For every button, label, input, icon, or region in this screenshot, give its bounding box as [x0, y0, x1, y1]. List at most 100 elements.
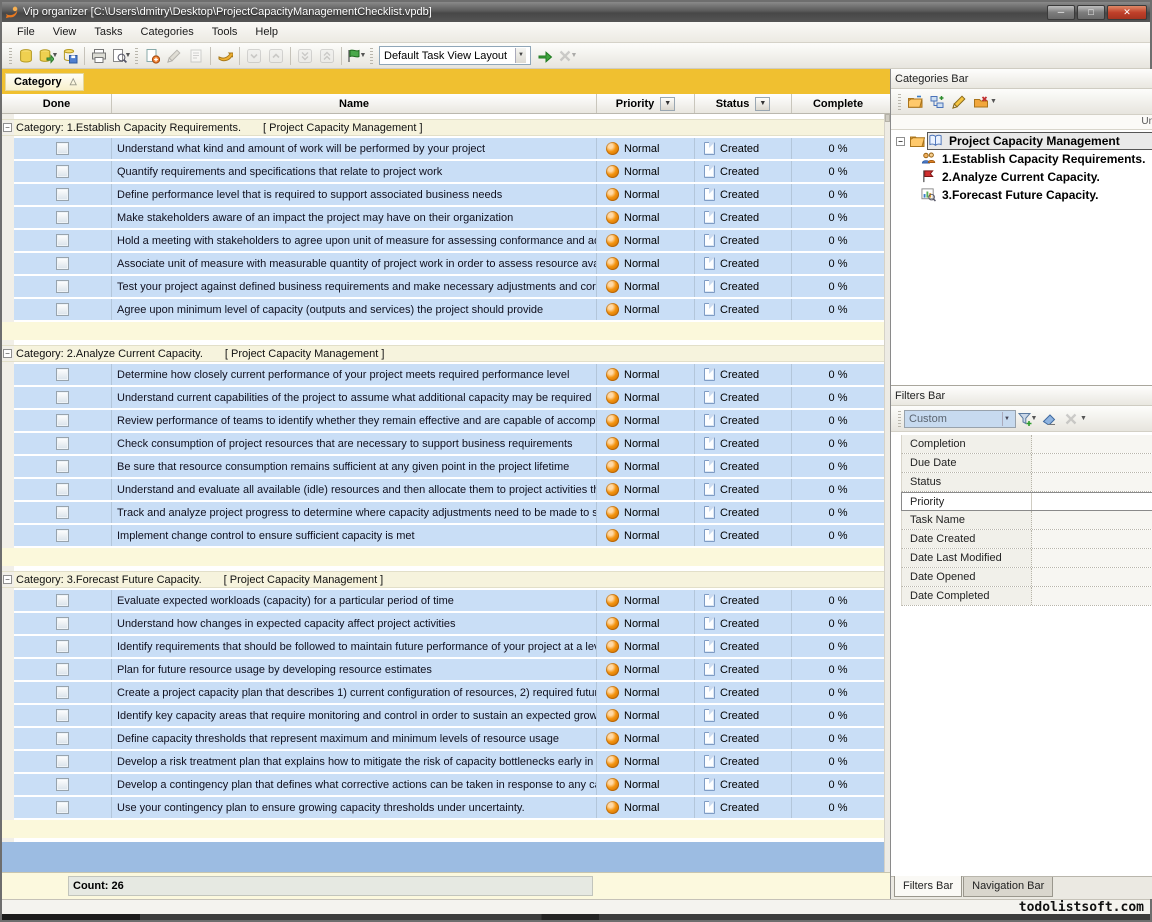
filter-value[interactable]: [1032, 435, 1152, 453]
task-checkbox[interactable]: [56, 165, 69, 178]
vertical-scrollbar[interactable]: [884, 114, 890, 872]
task-checkbox[interactable]: [56, 801, 69, 814]
maximize-button[interactable]: □: [1077, 5, 1105, 20]
task-row[interactable]: Understand what kind and amount of work …: [14, 138, 884, 159]
menu-categories[interactable]: Categories: [132, 24, 203, 40]
task-row[interactable]: Check consumption of project resources t…: [14, 433, 884, 454]
tree-category-row[interactable]: 1.Establish Capacity Requirements.88: [891, 150, 1152, 168]
combo-dropdown-icon[interactable]: ▼: [515, 48, 526, 63]
task-row[interactable]: Associate unit of measure with measurabl…: [14, 253, 884, 274]
column-header-name[interactable]: Name: [112, 94, 597, 113]
delete-task-button[interactable]: [185, 45, 207, 66]
task-checkbox[interactable]: [56, 778, 69, 791]
task-checkbox[interactable]: [56, 234, 69, 247]
new-database-button[interactable]: [15, 45, 37, 66]
filter-value[interactable]: [1032, 587, 1152, 605]
menu-tools[interactable]: Tools: [203, 24, 247, 40]
task-checkbox[interactable]: [56, 368, 69, 381]
task-checkbox[interactable]: [56, 709, 69, 722]
open-database-button[interactable]: ▼: [37, 45, 59, 66]
task-checkbox[interactable]: [56, 483, 69, 496]
task-checkbox[interactable]: [56, 142, 69, 155]
filter-row-priority[interactable]: Priority▼: [901, 492, 1152, 511]
tab-navigation-bar[interactable]: Navigation Bar: [963, 877, 1053, 897]
task-row[interactable]: Understand how changes in expected capac…: [14, 613, 884, 634]
collapse-expander-icon[interactable]: −: [3, 575, 12, 584]
task-row[interactable]: Define performance level that is require…: [14, 184, 884, 205]
filter-value[interactable]: [1032, 530, 1152, 548]
task-checkbox[interactable]: [56, 280, 69, 293]
task-row[interactable]: Develop a risk treatment plan that expla…: [14, 751, 884, 772]
task-row[interactable]: Develop a contingency plan that defines …: [14, 774, 884, 795]
task-row[interactable]: Use your contingency plan to ensure grow…: [14, 797, 884, 818]
new-subcategory-button[interactable]: [926, 91, 948, 112]
task-row[interactable]: Review performance of teams to identify …: [14, 410, 884, 431]
task-row[interactable]: Make stakeholders aware of an impact the…: [14, 207, 884, 228]
status-filter-dropdown[interactable]: ▼: [755, 97, 770, 111]
apply-filter-button[interactable]: ▼: [1016, 408, 1038, 429]
combo-dropdown-icon[interactable]: ▼: [1002, 412, 1011, 426]
task-checkbox[interactable]: [56, 188, 69, 201]
tree-root-row[interactable]: −Project Capacity Management2626: [891, 132, 1152, 150]
task-checkbox[interactable]: [56, 211, 69, 224]
task-row[interactable]: Agree upon minimum level of capacity (ou…: [14, 299, 884, 320]
close-button[interactable]: ✕: [1107, 5, 1147, 20]
complete-task-button[interactable]: [214, 45, 236, 66]
filter-value[interactable]: [1032, 493, 1152, 510]
tree-category-row[interactable]: 2.Analyze Current Capacity.88: [891, 168, 1152, 186]
task-row[interactable]: Identify key capacity areas that require…: [14, 705, 884, 726]
column-header-status[interactable]: Status▼: [695, 94, 792, 113]
move-down-button[interactable]: [243, 45, 265, 66]
task-row[interactable]: Track and analyze project progress to de…: [14, 502, 884, 523]
move-bottom-button[interactable]: [294, 45, 316, 66]
task-row[interactable]: Understand current capabilities of the p…: [14, 387, 884, 408]
filter-row-date-last-modified[interactable]: Date Last Modified▼: [901, 549, 1152, 568]
assign-resource-button[interactable]: ▼: [345, 45, 367, 66]
add-task-button[interactable]: [141, 45, 163, 66]
apply-layout-button[interactable]: [534, 45, 556, 66]
undone-column-header[interactable]: UnD...: [1141, 115, 1152, 129]
filter-row-task-name[interactable]: Task Name: [901, 511, 1152, 530]
task-checkbox[interactable]: [56, 303, 69, 316]
clear-filter-button[interactable]: [1038, 408, 1060, 429]
filter-value[interactable]: [1032, 454, 1152, 472]
filter-row-status[interactable]: Status▼: [901, 473, 1152, 492]
group-by-category-button[interactable]: Category △: [5, 73, 84, 91]
task-checkbox[interactable]: [56, 437, 69, 450]
task-row[interactable]: Quantify requirements and specifications…: [14, 161, 884, 182]
column-header-complete[interactable]: Complete: [792, 94, 884, 113]
task-checkbox[interactable]: [56, 414, 69, 427]
task-checkbox[interactable]: [56, 732, 69, 745]
delete-layout-button[interactable]: ▼: [556, 45, 578, 66]
delete-filter-button[interactable]: [1060, 408, 1082, 429]
collapse-expander-icon[interactable]: −: [3, 123, 12, 132]
filter-row-date-created[interactable]: Date Created▼: [901, 530, 1152, 549]
delete-category-button[interactable]: [970, 91, 992, 112]
filter-value[interactable]: [1032, 473, 1152, 491]
collapse-expander-icon[interactable]: −: [896, 137, 905, 146]
layout-combo[interactable]: Default Task View Layout ▼: [379, 46, 531, 65]
save-database-button[interactable]: [59, 45, 81, 66]
task-row[interactable]: Plan for future resource usage by develo…: [14, 659, 884, 680]
edit-task-button[interactable]: [163, 45, 185, 66]
minimize-button[interactable]: ─: [1047, 5, 1075, 20]
task-row[interactable]: Identify requirements that should be fol…: [14, 636, 884, 657]
collapse-expander-icon[interactable]: −: [3, 349, 12, 358]
priority-filter-dropdown[interactable]: ▼: [660, 97, 675, 111]
filter-row-date-completed[interactable]: Date Completed▼: [901, 587, 1152, 606]
filter-value[interactable]: [1032, 549, 1152, 567]
task-checkbox[interactable]: [56, 663, 69, 676]
tree-category-row[interactable]: 3.Forecast Future Capacity.1010: [891, 186, 1152, 204]
task-checkbox[interactable]: [56, 686, 69, 699]
tab-filters-bar[interactable]: Filters Bar: [894, 876, 962, 897]
edit-category-button[interactable]: [948, 91, 970, 112]
filter-row-completion[interactable]: Completion▼: [901, 435, 1152, 454]
menu-help[interactable]: Help: [246, 24, 287, 40]
filter-value[interactable]: [1032, 568, 1152, 586]
task-row[interactable]: Create a project capacity plan that desc…: [14, 682, 884, 703]
task-checkbox[interactable]: [56, 640, 69, 653]
task-checkbox[interactable]: [56, 460, 69, 473]
task-checkbox[interactable]: [56, 257, 69, 270]
task-row[interactable]: Test your project against defined busine…: [14, 276, 884, 297]
task-checkbox[interactable]: [56, 755, 69, 768]
